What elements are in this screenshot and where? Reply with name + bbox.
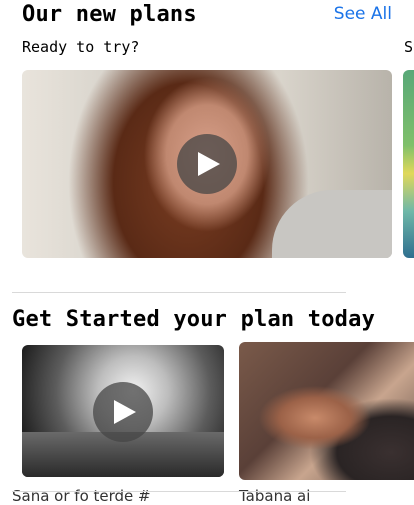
next-plan-card[interactable] xyxy=(403,70,414,258)
section-title-get-started: Get Started your plan today xyxy=(12,307,376,332)
bottom-divider xyxy=(12,491,346,492)
play-icon xyxy=(114,400,136,424)
plan-card-caption-1: Sana or fo terde # xyxy=(12,487,151,505)
play-button[interactable] xyxy=(177,134,237,194)
featured-plan-card[interactable] xyxy=(22,70,392,258)
plan-video-card-1[interactable] xyxy=(22,345,224,477)
play-button[interactable] xyxy=(93,382,153,442)
see-all-link[interactable]: See All xyxy=(334,4,392,24)
plan-card-caption-2: Tabana ai xyxy=(239,487,311,505)
next-plan-card-subtitle: St xyxy=(404,38,414,56)
play-icon xyxy=(198,152,220,176)
section-divider xyxy=(12,292,346,293)
section-title-new-plans: Our new plans xyxy=(22,2,197,27)
card-image-shoulder xyxy=(272,190,392,258)
plan-card-subtitle: Ready to try? xyxy=(22,38,140,56)
plan-video-card-2[interactable] xyxy=(239,342,414,480)
